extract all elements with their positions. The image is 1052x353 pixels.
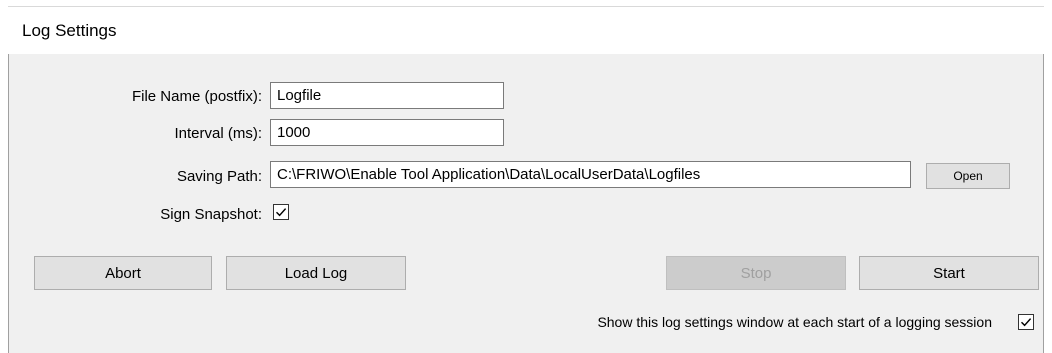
saving-path-label: Saving Path: [176, 168, 262, 185]
show-window-label: Show this log settings window at each st… [597, 314, 992, 330]
interval-label: Interval (ms): [174, 125, 262, 142]
start-button[interactable]: Start [859, 256, 1039, 290]
file-name-label: File Name (postfix): [131, 88, 262, 105]
stop-button[interactable]: Stop [666, 256, 846, 290]
checkmark-icon [1021, 318, 1032, 327]
load-log-button[interactable]: Load Log [226, 256, 406, 290]
saving-path-input[interactable] [270, 161, 911, 188]
show-window-checkbox[interactable] [1018, 314, 1034, 330]
sign-snapshot-label: Sign Snapshot: [160, 206, 262, 223]
interval-input[interactable] [270, 119, 504, 146]
file-name-input[interactable] [270, 82, 504, 109]
sign-snapshot-checkbox[interactable] [273, 204, 289, 220]
abort-button[interactable]: Abort [34, 256, 212, 290]
open-button[interactable]: Open [926, 163, 1010, 189]
title-bar: Log Settings [8, 6, 1044, 55]
checkmark-icon [276, 208, 287, 217]
window-title: Log Settings [22, 21, 117, 40]
